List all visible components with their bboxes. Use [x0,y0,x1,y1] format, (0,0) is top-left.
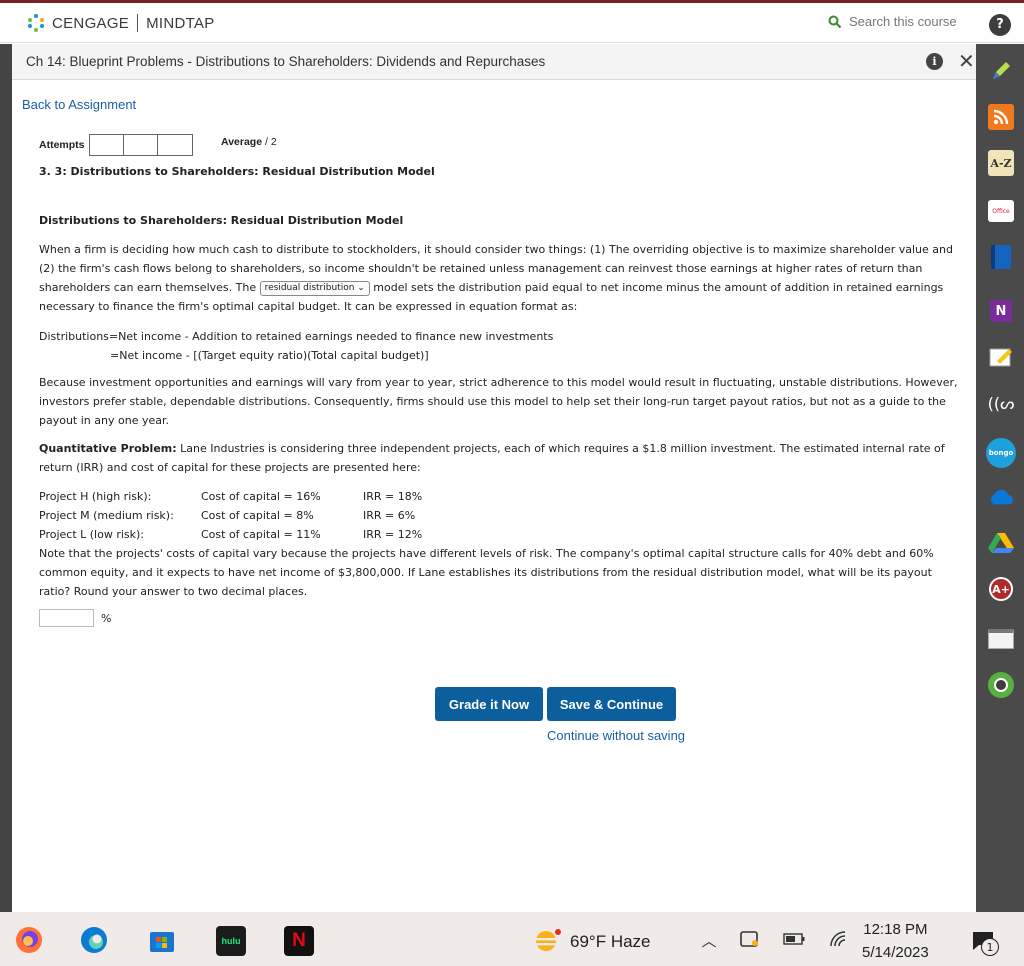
close-icon[interactable]: ✕ [958,49,975,73]
weather-text: 69°F Haze [570,932,651,951]
meet-now-icon[interactable] [739,928,761,950]
onenote-icon[interactable]: N [988,298,1014,324]
cengage-dots-icon [28,14,44,32]
project-name: Project L (low risk): [39,528,145,541]
quantitative-problem: Quantitative Problem: Lane Industries is… [39,439,964,477]
speech-icon[interactable]: ((ᔕ [988,390,1015,416]
search-placeholder: Search this course [849,14,957,29]
flashcards-icon[interactable] [988,626,1014,652]
activity-titlebar: Ch 14: Blueprint Problems - Distribution… [12,44,976,80]
brand-name: CENGAGE [52,14,130,32]
average-value: / 2 [264,136,277,148]
info-icon[interactable]: i [926,53,943,70]
windows-taskbar: hulu N 69°F Haze ︿ 12:18 PM 5/14/2023 1 [0,912,1024,966]
app-header: CENGAGE MINDTAP Search this course ? [0,3,1024,43]
average-label: Average [221,136,263,148]
grade-it-now-button[interactable]: Grade it Now [435,687,543,721]
chevron-up-icon[interactable]: ︿ [698,930,720,950]
question-heading: 3. 3: Distributions to Shareholders: Res… [39,165,435,178]
attempts-indicator: Attempts [39,134,193,156]
dropdown-value: residual distribution [264,283,355,293]
office-icon[interactable]: Office [988,200,1014,222]
search-course[interactable]: Search this course [828,14,957,29]
project-cost-of-capital: Cost of capital = 16% [201,490,321,503]
microsoft-store-icon[interactable] [148,926,176,954]
netflix-icon[interactable]: N [284,926,314,956]
notes-icon[interactable] [988,344,1014,370]
section-title: Distributions to Shareholders: Residual … [39,214,404,227]
stability-paragraph: Because investment opportunities and ear… [39,376,958,427]
left-frame-bar [0,44,12,912]
average-score: Average / 2 [221,136,277,148]
drive-icon[interactable] [988,530,1014,556]
system-clock[interactable]: 12:18 PM 5/14/2023 [862,918,929,964]
percent-unit: % [101,611,112,625]
project-cost-of-capital: Cost of capital = 11% [201,528,321,541]
pencil-icon[interactable] [988,58,1014,84]
haze-icon [534,929,561,951]
app-dock: A-Z Office N ((ᔕ bongo A+ [976,44,1024,912]
battery-icon[interactable] [782,930,806,948]
cengage-logo[interactable]: CENGAGE MINDTAP [26,13,215,33]
cloud-icon[interactable] [988,484,1014,510]
intro-paragraph: When a firm is deciding how much cash to… [39,240,964,316]
assignment-content: Back to Assignment Attempts Average / 2 … [12,90,976,912]
save-continue-button[interactable]: Save & Continue [547,687,676,721]
wifi-icon[interactable] [828,928,850,950]
project-cost-of-capital: Cost of capital = 8% [201,509,314,522]
rss-icon[interactable] [988,104,1014,130]
clock-time: 12:18 PM [863,921,928,938]
product-name: MINDTAP [146,14,215,32]
continue-without-saving-link[interactable]: Continue without saving [547,728,685,743]
firefox-icon[interactable] [14,925,44,955]
attempt-boxes [88,134,193,156]
project-row: Project M (medium risk): Cost of capital… [39,506,422,525]
activity-title: Ch 14: Blueprint Problems - Distribution… [26,54,546,69]
help-icon[interactable]: ? [989,13,1011,36]
back-to-assignment-link[interactable]: Back to Assignment [22,97,136,112]
project-row: Project L (low risk): Cost of capital = … [39,525,422,544]
notification-center[interactable]: 1 [966,926,1000,956]
edge-icon[interactable] [79,925,109,955]
payout-ratio-input[interactable] [39,609,94,627]
project-irr: IRR = 6% [363,509,416,522]
help-cell: ? [976,3,1024,46]
answer-row: % [39,609,111,627]
logo-divider [137,14,139,32]
book-icon[interactable] [988,244,1014,270]
project-row: Project H (high risk): Cost of capital =… [39,487,422,506]
quantitative-label: Quantitative Problem: [39,442,177,455]
project-name: Project M (medium risk): [39,509,174,522]
model-dropdown[interactable]: residual distribution ⌄ [259,281,370,296]
notification-count: 1 [981,938,999,956]
clock-date: 5/14/2023 [862,944,929,961]
profile-icon[interactable] [988,672,1014,698]
bongo-icon[interactable]: bongo [986,438,1016,468]
project-name: Project H (high risk): [39,490,152,503]
weather-widget[interactable]: 69°F Haze [530,929,651,955]
equation-line-2: =Net income - [(Target equity ratio)(Tot… [110,349,429,362]
search-icon [828,15,842,28]
distribution-equation: Distributions=Net income - Addition to r… [39,327,553,365]
project-irr: IRR = 12% [363,528,423,541]
a-z-icon[interactable]: A-Z [988,150,1014,176]
problem-note: Note that the projects' costs of capital… [39,547,934,598]
attempts-label: Attempts [39,139,85,151]
project-irr: IRR = 18% [363,490,423,503]
equation-line-1: Distributions=Net income - Addition to r… [39,330,554,343]
hulu-icon[interactable]: hulu [216,926,246,956]
aplus-icon[interactable]: A+ [988,576,1014,602]
project-list: Project H (high risk): Cost of capital =… [39,487,422,544]
